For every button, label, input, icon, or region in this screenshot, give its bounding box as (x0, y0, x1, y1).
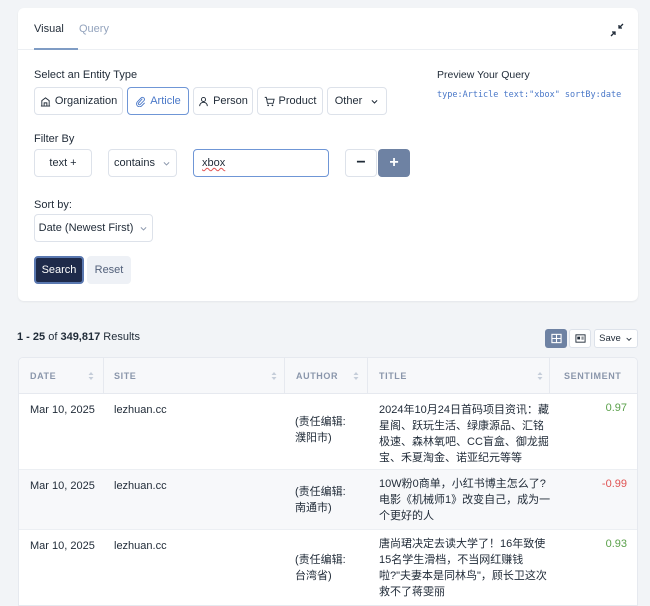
row-date: Mar 10, 2025 (30, 404, 95, 416)
card-view-button[interactable] (569, 329, 591, 348)
person-icon (199, 96, 208, 106)
entity-other-label: Other (334, 95, 363, 107)
sort-icon[interactable] (88, 371, 94, 381)
filter-field-button[interactable]: text + (34, 149, 92, 177)
collapse-icon[interactable] (610, 23, 624, 37)
tab-query[interactable]: Query (79, 23, 109, 35)
entity-person-label: Person (213, 95, 248, 107)
sort-icon[interactable] (353, 371, 359, 381)
sort-value: Date (Newest First) (38, 222, 134, 234)
entity-other-dropdown[interactable]: Other (327, 87, 387, 115)
table-view-button[interactable] (545, 329, 567, 348)
row-sentiment: 0.93 (605, 538, 627, 550)
header-site[interactable]: SITE (114, 371, 136, 381)
row-sentiment: -0.99 (601, 478, 627, 490)
chevron-down-icon (163, 161, 170, 166)
row-title[interactable]: 10W粉0商单，小红书博主怎么了?电影《机械师1》改变自己，成为一个更好的人 (379, 476, 551, 524)
entity-product-label: Product (278, 95, 317, 107)
results-suffix: Results (103, 331, 140, 343)
sort-icon[interactable] (537, 371, 543, 381)
header-title[interactable]: TITLE (379, 371, 407, 381)
row-author: (责任编辑:南通市) (295, 486, 346, 514)
entity-organization-button[interactable]: Organization (34, 87, 123, 115)
entity-product-button[interactable]: Product (257, 87, 323, 115)
row-date: Mar 10, 2025 (30, 480, 95, 492)
row-title[interactable]: 2024年10月24日首码项目资讯：藏星阁、跃玩生活、绿康源品、汇铭极速、森林氧… (379, 402, 551, 466)
entity-article-button[interactable]: Article (127, 87, 189, 115)
sort-by-label: Sort by: (34, 199, 72, 211)
query-builder-card: Visual Query Select an Entity Type Organ… (18, 8, 638, 301)
results-total: 349,817 (60, 331, 101, 343)
filter-value-input[interactable]: xbox (193, 149, 329, 177)
row-title[interactable]: 唐尚珺决定去读大学了！16年致使15名学生滑档，不当网红赚钱啦?"夫妻本是同林鸟… (379, 536, 551, 600)
tab-visual[interactable]: Visual (34, 23, 64, 35)
row-author: (责任编辑:濮阳市) (295, 416, 346, 444)
active-tab-indicator (34, 48, 78, 50)
tab-bar: Visual Query (18, 8, 638, 50)
filter-value-text: xbox (202, 157, 226, 169)
filter-by-label: Filter By (34, 133, 75, 145)
column-divider (103, 358, 104, 394)
table-header: DATE SITE AUTHOR TITLE SENTIMENT (19, 358, 637, 394)
save-dropdown[interactable]: Save (594, 329, 638, 348)
row-site: lezhuan.cc (114, 480, 167, 492)
entity-type-label: Select an Entity Type (34, 69, 138, 81)
sort-icon[interactable] (271, 371, 277, 381)
sort-select[interactable]: Date (Newest First) (34, 214, 153, 242)
chevron-down-icon (371, 99, 378, 104)
header-date[interactable]: DATE (30, 371, 56, 381)
header-sentiment[interactable]: SENTIMENT (564, 371, 621, 381)
column-divider (367, 358, 368, 394)
search-button[interactable]: Search (34, 256, 84, 284)
row-date: Mar 10, 2025 (30, 540, 95, 552)
paperclip-icon (136, 96, 146, 107)
chevron-down-icon (140, 226, 147, 231)
row-site: lezhuan.cc (114, 540, 167, 552)
save-label: Save (599, 333, 621, 344)
column-divider (284, 358, 285, 394)
table-row[interactable]: Mar 10, 2025 lezhuan.cc (责任编辑:南通市) 10W粉0… (19, 470, 637, 530)
add-filter-button[interactable]: + (378, 149, 410, 177)
cart-icon (264, 96, 275, 106)
reset-button[interactable]: Reset (87, 256, 131, 284)
chevron-down-icon (626, 337, 632, 341)
entity-article-label: Article (150, 95, 181, 107)
results-count: 1 - 25 of 349,817 Results (17, 331, 140, 343)
table-row[interactable]: Mar 10, 2025 lezhuan.cc (责任编辑:濮阳市) 2024年… (19, 394, 637, 470)
header-author[interactable]: AUTHOR (296, 371, 338, 381)
building-icon (40, 96, 50, 107)
entity-organization-label: Organization (54, 95, 118, 107)
row-sentiment: 0.97 (605, 402, 627, 414)
card-icon (574, 334, 586, 343)
table-icon (550, 333, 562, 344)
filter-operator-label: contains (114, 157, 155, 169)
table-row[interactable]: Mar 10, 2025 lezhuan.cc (责任编辑:台湾省) 唐尚珺决定… (19, 530, 637, 605)
preview-query-title: Preview Your Query (437, 69, 530, 81)
filter-operator-select[interactable]: contains (108, 149, 177, 177)
row-author: (责任编辑:台湾省) (295, 554, 346, 582)
results-of: of (48, 331, 58, 343)
entity-person-button[interactable]: Person (193, 87, 253, 115)
results-range: 1 - 25 (17, 331, 46, 343)
column-divider (549, 358, 550, 394)
row-site: lezhuan.cc (114, 404, 167, 416)
remove-filter-button[interactable]: − (345, 149, 377, 177)
results-table: DATE SITE AUTHOR TITLE SENTIMENT Mar 10,… (18, 357, 638, 606)
preview-query-code: type:Article text:"xbox" sortBy:date (437, 90, 622, 100)
